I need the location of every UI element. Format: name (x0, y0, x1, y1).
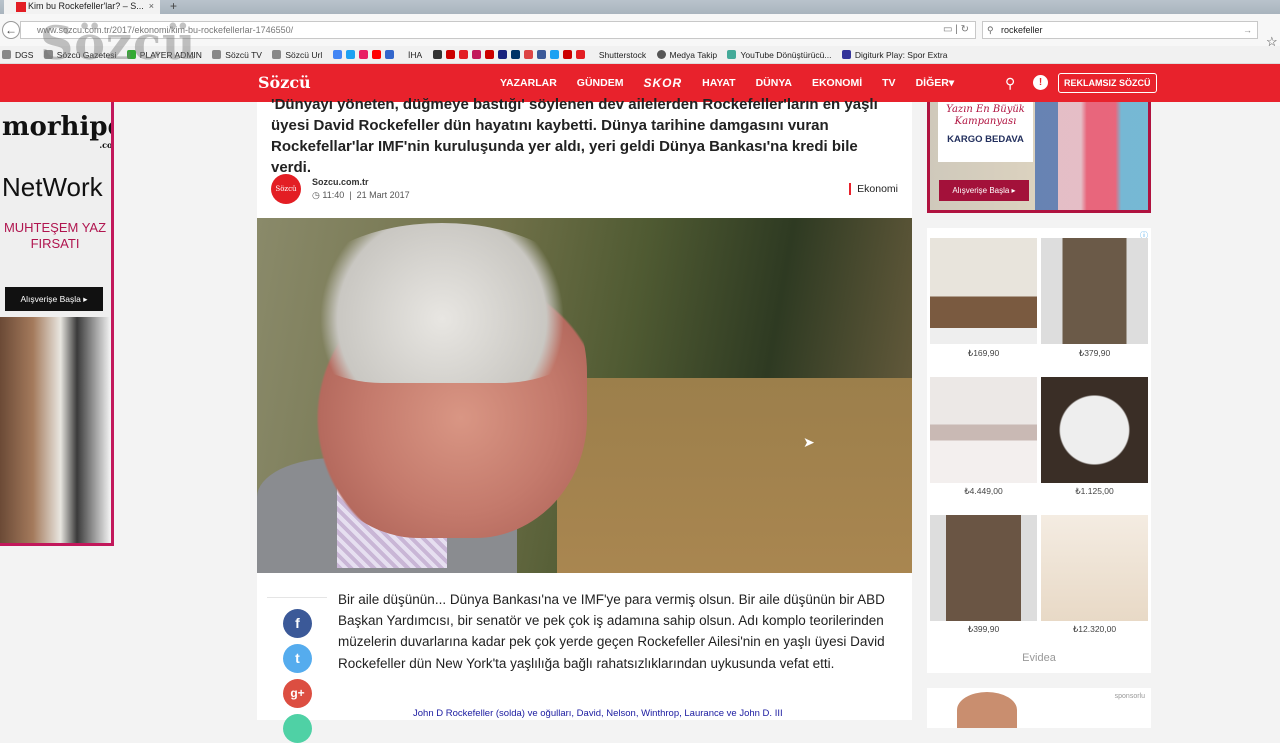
twitter-share-button[interactable]: t (283, 644, 312, 673)
bookmark[interactable]: Sözcü Url (272, 50, 322, 60)
article-category[interactable]: Ekonomi (849, 183, 898, 195)
product-image[interactable] (1041, 377, 1148, 483)
ad-free-button[interactable]: REKLAMSIZ SÖZCÜ (1058, 73, 1157, 93)
product-price: ₺399,90 (967, 624, 1000, 634)
menu-ekonomi[interactable]: EKONOMİ (812, 77, 862, 89)
ad-people-image (1035, 102, 1148, 210)
bookmark[interactable]: Digiturk Play: Spor Extra (841, 50, 947, 60)
ad-image (957, 692, 1017, 728)
bookmark[interactable]: YouTube Dönüştürücü... (727, 50, 832, 60)
menu-gundem[interactable]: GÜNDEM (577, 77, 624, 89)
menu-dunya[interactable]: DÜNYA (756, 77, 792, 89)
watermark-logo: Sözcü (40, 16, 197, 70)
bookmark[interactable]: İHA (408, 50, 422, 60)
ad-cta-button[interactable]: Alışverişe Başla ▸ (5, 287, 103, 311)
search-value: rockefeller (1001, 25, 1043, 35)
ad-promo: MUHTEŞEM YAZ FIRSATI (3, 220, 107, 251)
share-bar (267, 597, 327, 598)
menu-tv[interactable]: TV (882, 77, 895, 89)
product-image[interactable] (1041, 515, 1148, 621)
bookmark[interactable]: DGS (2, 50, 33, 60)
menu-skor[interactable]: SKOR (643, 76, 682, 90)
search-input[interactable]: ⚲ rockefeller → (982, 21, 1258, 39)
evidea-brand[interactable]: Evidea (927, 652, 1151, 664)
googleplus-share-button[interactable]: g+ (283, 679, 312, 708)
new-tab-button[interactable]: + (170, 0, 177, 13)
article-source[interactable]: Sozcu.com.tr (312, 177, 369, 187)
product-image[interactable] (930, 238, 1037, 344)
bookmark[interactable]: Medya Takip (656, 50, 717, 60)
tab-strip: Kim bu Rockefeller'lar? – S... × + (0, 0, 1280, 14)
reload-icon[interactable]: ▭ | ↻ (943, 22, 969, 38)
sponsored-label: sponsorlu (1114, 693, 1145, 700)
ad-brand-logo: morhipo.com (2, 112, 114, 150)
product-image[interactable] (1041, 238, 1148, 344)
menu-diger[interactable]: DİĞER▾ (916, 77, 955, 89)
sponsored-ad[interactable]: sponsorlu (927, 688, 1151, 728)
bookmark-icons[interactable] (332, 50, 398, 60)
facebook-share-button[interactable]: f (283, 609, 312, 638)
favicon-icon (16, 2, 26, 12)
ad-subheadline: KARGO BEDAVA (947, 134, 1024, 145)
bookmark[interactable]: Shutterstock (599, 50, 646, 60)
article-photo: ➤ (257, 218, 912, 573)
article: 'Dünyayı yöneten, düğmeye bastığı' söyle… (257, 96, 912, 743)
menu-hayat[interactable]: HAYAT (702, 77, 735, 89)
product-price: ₺169,90 (967, 348, 1000, 358)
article-body: Bir aile düşünün... Dünya Bankası'na ve … (338, 592, 885, 671)
bookmark-icons[interactable] (432, 50, 589, 60)
article-lead: 'Dünyayı yöneten, düğmeye bastığı' söyle… (271, 96, 878, 176)
article-timestamp: ◷ 11:40 | 21 Mart 2017 (312, 190, 410, 200)
right-ad-banner[interactable]: Yazın En Büyük Kampanyası KARGO BEDAVA A… (927, 102, 1151, 213)
product-image[interactable] (930, 377, 1037, 483)
product-price: ₺12.320,00 (1072, 624, 1117, 634)
search-icon[interactable]: ⚲ (1005, 75, 1015, 92)
ad-cta-button[interactable]: Alışverişe Başla ▸ (939, 180, 1029, 201)
browser-tab[interactable]: Kim bu Rockefeller'lar? – S... × (4, 0, 160, 14)
ad-models-image (0, 317, 110, 543)
product-price: ₺379,90 (1078, 348, 1111, 358)
whatsapp-share-button[interactable] (283, 714, 312, 743)
tab-title: Kim bu Rockefeller'lar? – S... (28, 1, 144, 11)
ad-title: NetWork (2, 172, 103, 202)
back-button[interactable]: ← (2, 21, 20, 39)
author-avatar: Sözcü (271, 174, 301, 204)
left-ad-banner[interactable]: morhipo.com NetWork MUHTEŞEM YAZ FIRSATI… (0, 102, 114, 546)
photo-caption: John D Rockefeller (solda) ve oğulları, … (413, 708, 783, 719)
site-logo[interactable]: Sözcü (258, 73, 311, 92)
go-arrow-icon[interactable]: → (1243, 22, 1252, 38)
bookmark[interactable]: Sözcü TV (212, 50, 262, 60)
evidea-ad: ⓘ ₺169,90 ₺379,90 ₺4.449,00 ₺1.125,00 ₺3… (927, 228, 1151, 673)
product-image[interactable] (930, 515, 1037, 621)
close-tab-icon[interactable]: × (149, 0, 154, 13)
clock-icon: ◷ (312, 190, 323, 200)
menu-yazarlar[interactable]: YAZARLAR (500, 77, 557, 89)
mouse-cursor-icon: ➤ (803, 434, 815, 450)
ad-headline: Yazın En Büyük Kampanyası (946, 104, 1025, 127)
search-icon: ⚲ (987, 25, 994, 35)
ad-campaign-box: Yazın En Büyük Kampanyası KARGO BEDAVA (938, 102, 1033, 162)
product-price: ₺1.125,00 (1075, 486, 1114, 496)
info-icon[interactable]: ! (1033, 75, 1048, 90)
product-price: ₺4.449,00 (964, 486, 1003, 496)
